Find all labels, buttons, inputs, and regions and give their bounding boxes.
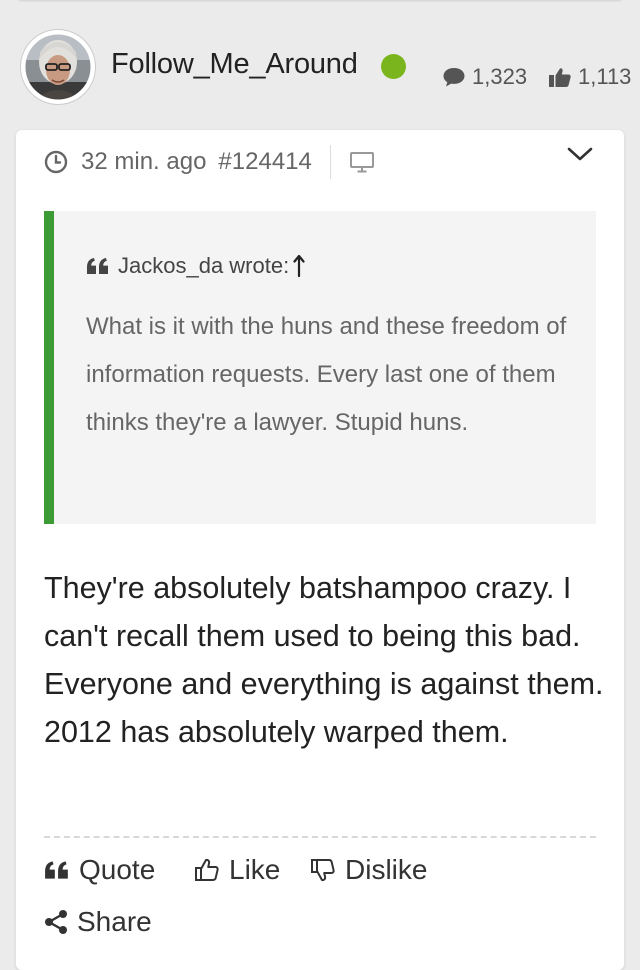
post-permalink-id[interactable]: #124414 bbox=[218, 148, 311, 176]
clock-icon bbox=[44, 150, 68, 174]
actions-divider bbox=[44, 836, 596, 838]
avatar-photo-icon bbox=[22, 31, 94, 103]
post-count-stat: 1,323 bbox=[442, 64, 527, 90]
like-button[interactable]: Like bbox=[194, 854, 280, 886]
share-button[interactable]: Share bbox=[44, 906, 152, 938]
quote-marks-icon bbox=[44, 860, 70, 880]
post-count-value: 1,323 bbox=[472, 64, 528, 89]
like-button-label: Like bbox=[229, 854, 281, 885]
desktop-icon bbox=[349, 150, 375, 174]
post-card: 32 min. ago #124414 Jackos_da wrote: Wha… bbox=[16, 130, 624, 970]
online-status-dot bbox=[381, 54, 406, 79]
user-avatar[interactable] bbox=[21, 30, 95, 104]
arrow-up-icon[interactable] bbox=[293, 254, 305, 278]
author-username[interactable]: Follow_Me_Around bbox=[111, 48, 358, 81]
thumbs-up-icon bbox=[548, 66, 572, 88]
quoted-post: Jackos_da wrote: What is it with the hun… bbox=[44, 211, 596, 524]
meta-separator bbox=[329, 145, 331, 179]
quote-marks-icon bbox=[86, 257, 110, 275]
like-count-stat: 1,113 bbox=[548, 64, 631, 90]
post-options-menu[interactable] bbox=[564, 138, 596, 170]
dislike-button-label: Dislike bbox=[345, 854, 428, 885]
quote-button[interactable]: Quote bbox=[44, 854, 155, 886]
thumbs-up-outline-icon bbox=[194, 857, 220, 883]
like-count-value: 1,113 bbox=[578, 64, 632, 89]
post-body-text: They're absolutely batshampoo crazy. I c… bbox=[44, 571, 604, 749]
post-meta: 32 min. ago #124414 bbox=[44, 145, 375, 179]
chevron-down-icon bbox=[567, 147, 593, 161]
speech-bubble-icon bbox=[442, 66, 466, 88]
post-timestamp[interactable]: 32 min. ago bbox=[81, 148, 206, 176]
share-icon bbox=[44, 909, 68, 935]
thumbs-down-outline-icon bbox=[310, 857, 336, 883]
share-button-label: Share bbox=[77, 906, 152, 937]
quote-text: What is it with the huns and these freed… bbox=[86, 313, 567, 436]
dislike-button[interactable]: Dislike bbox=[310, 854, 427, 886]
post-author-header: Follow_Me_Around 1,323 1,113 bbox=[0, 0, 640, 130]
quote-author-label: Jackos_da wrote: bbox=[118, 253, 290, 278]
quote-header[interactable]: Jackos_da wrote: bbox=[86, 253, 305, 279]
quote-button-label: Quote bbox=[79, 854, 156, 885]
